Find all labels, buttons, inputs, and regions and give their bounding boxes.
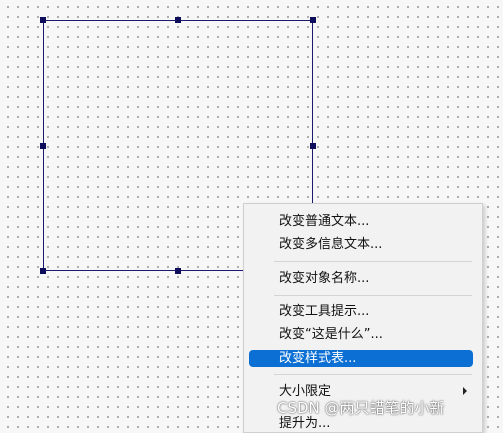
resize-handle-top-left[interactable]	[40, 17, 46, 23]
submenu-arrow-icon	[463, 387, 467, 395]
resize-handle-left[interactable]	[40, 143, 46, 149]
menu-item-label: 提升为...	[279, 416, 331, 431]
menu-item-label: 改变样式表...	[279, 351, 357, 366]
menu-separator	[274, 261, 472, 262]
resize-handle-right[interactable]	[310, 143, 316, 149]
resize-handle-bottom[interactable]	[175, 268, 181, 274]
menu-item-label: 改变多信息文本...	[279, 237, 383, 252]
menu-item-label: 改变工具提示...	[279, 304, 370, 319]
menu-item-change-whats-this[interactable]: 改变“这是什么”...	[249, 326, 473, 343]
menu-item-change-object-name[interactable]: 改变对象名称...	[249, 270, 473, 287]
resize-handle-top-right[interactable]	[310, 17, 316, 23]
resize-handle-top[interactable]	[175, 17, 181, 23]
menu-separator	[274, 374, 472, 375]
menu-item-label: 改变对象名称...	[279, 271, 370, 286]
menu-item-change-plain-text[interactable]: 改变普通文本...	[249, 213, 473, 230]
watermark: CSDN @两只蜡笔的小新	[277, 399, 445, 417]
menu-item-label: 改变“这是什么”...	[279, 327, 383, 342]
menu-item-label: 改变普通文本...	[279, 214, 370, 229]
form-designer-canvas[interactable]: 改变普通文本... 改变多信息文本... 改变对象名称... 改变工具提示...…	[0, 0, 503, 433]
resize-handle-bottom-left[interactable]	[40, 268, 46, 274]
menu-item-change-rich-text[interactable]: 改变多信息文本...	[249, 236, 473, 253]
menu-separator	[274, 295, 472, 296]
menu-item-change-stylesheet[interactable]: 改变样式表...	[249, 350, 473, 367]
menu-item-change-tooltip[interactable]: 改变工具提示...	[249, 303, 473, 320]
